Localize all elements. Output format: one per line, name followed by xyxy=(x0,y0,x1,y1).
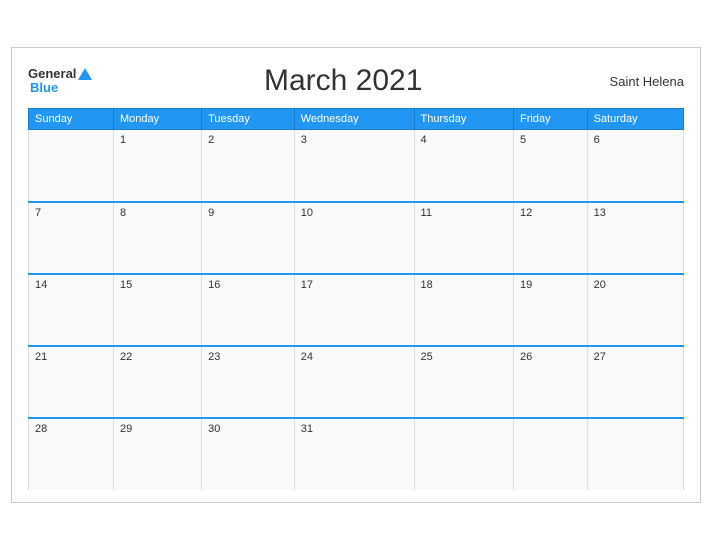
logo: General Blue xyxy=(28,67,92,96)
day-number: 24 xyxy=(301,351,313,363)
calendar-cell: 10 xyxy=(294,202,414,274)
day-number: 21 xyxy=(35,351,47,363)
day-number: 23 xyxy=(208,351,220,363)
day-number: 19 xyxy=(520,279,532,291)
calendar-cell: 18 xyxy=(414,274,513,346)
weekday-header-wednesday: Wednesday xyxy=(294,109,414,130)
calendar-cell: 20 xyxy=(587,274,683,346)
calendar-week-row: 21 22 23 24 25 26 27 xyxy=(29,346,684,418)
calendar-cell: 12 xyxy=(513,202,587,274)
calendar-cell: 26 xyxy=(513,346,587,418)
calendar-cell: 11 xyxy=(414,202,513,274)
day-number: 5 xyxy=(520,134,526,146)
weekday-header-saturday: Saturday xyxy=(587,109,683,130)
day-number: 10 xyxy=(301,207,313,219)
calendar-cell: 6 xyxy=(587,130,683,202)
day-number: 12 xyxy=(520,207,532,219)
calendar-week-row: 14 15 16 17 18 19 20 xyxy=(29,274,684,346)
calendar-title: March 2021 xyxy=(92,64,594,98)
calendar-cell: 21 xyxy=(29,346,114,418)
calendar-cell: 19 xyxy=(513,274,587,346)
calendar-cell: 25 xyxy=(414,346,513,418)
calendar-cell: 17 xyxy=(294,274,414,346)
calendar-cell: 24 xyxy=(294,346,414,418)
logo-blue-text: Blue xyxy=(30,81,92,95)
calendar-cell: 9 xyxy=(202,202,295,274)
day-number: 3 xyxy=(301,134,307,146)
day-number: 6 xyxy=(594,134,600,146)
day-number: 20 xyxy=(594,279,606,291)
day-number: 13 xyxy=(594,207,606,219)
weekday-header-tuesday: Tuesday xyxy=(202,109,295,130)
calendar-cell: 5 xyxy=(513,130,587,202)
calendar-region: Saint Helena xyxy=(594,74,684,89)
calendar-week-row: 7 8 9 10 11 12 13 xyxy=(29,202,684,274)
calendar-grid: SundayMondayTuesdayWednesdayThursdayFrid… xyxy=(28,108,684,490)
calendar-cell: 27 xyxy=(587,346,683,418)
day-number: 30 xyxy=(208,423,220,435)
calendar-cell xyxy=(513,418,587,490)
day-number: 7 xyxy=(35,207,41,219)
calendar-cell xyxy=(587,418,683,490)
weekday-header-friday: Friday xyxy=(513,109,587,130)
day-number: 16 xyxy=(208,279,220,291)
calendar-cell: 22 xyxy=(114,346,202,418)
calendar-cell: 15 xyxy=(114,274,202,346)
calendar-cell: 23 xyxy=(202,346,295,418)
calendar-cell: 4 xyxy=(414,130,513,202)
day-number: 29 xyxy=(120,423,132,435)
calendar-cell: 13 xyxy=(587,202,683,274)
logo-triangle-icon xyxy=(78,68,92,80)
day-number: 8 xyxy=(120,207,126,219)
calendar-cell: 16 xyxy=(202,274,295,346)
day-number: 1 xyxy=(120,134,126,146)
calendar-cell: 2 xyxy=(202,130,295,202)
day-number: 28 xyxy=(35,423,47,435)
calendar-week-row: 28 29 30 31 xyxy=(29,418,684,490)
weekday-header-row: SundayMondayTuesdayWednesdayThursdayFrid… xyxy=(29,109,684,130)
calendar-week-row: 1 2 3 4 5 6 xyxy=(29,130,684,202)
day-number: 25 xyxy=(421,351,433,363)
day-number: 27 xyxy=(594,351,606,363)
calendar-cell: 30 xyxy=(202,418,295,490)
calendar-cell: 8 xyxy=(114,202,202,274)
day-number: 14 xyxy=(35,279,47,291)
calendar-container: General Blue March 2021 Saint Helena Sun… xyxy=(11,47,701,503)
day-number: 18 xyxy=(421,279,433,291)
weekday-header-monday: Monday xyxy=(114,109,202,130)
calendar-cell xyxy=(29,130,114,202)
calendar-cell: 14 xyxy=(29,274,114,346)
calendar-cell: 28 xyxy=(29,418,114,490)
day-number: 26 xyxy=(520,351,532,363)
day-number: 15 xyxy=(120,279,132,291)
calendar-cell: 7 xyxy=(29,202,114,274)
calendar-header: General Blue March 2021 Saint Helena xyxy=(28,64,684,98)
logo-general: General xyxy=(28,67,92,81)
day-number: 9 xyxy=(208,207,214,219)
calendar-cell xyxy=(414,418,513,490)
day-number: 17 xyxy=(301,279,313,291)
day-number: 11 xyxy=(421,207,432,219)
calendar-cell: 3 xyxy=(294,130,414,202)
day-number: 31 xyxy=(301,423,313,435)
calendar-cell: 1 xyxy=(114,130,202,202)
day-number: 4 xyxy=(421,134,427,146)
calendar-cell: 31 xyxy=(294,418,414,490)
logo-general-text: General xyxy=(28,67,76,81)
calendar-cell: 29 xyxy=(114,418,202,490)
day-number: 22 xyxy=(120,351,132,363)
day-number: 2 xyxy=(208,134,214,146)
weekday-header-sunday: Sunday xyxy=(29,109,114,130)
weekday-header-thursday: Thursday xyxy=(414,109,513,130)
